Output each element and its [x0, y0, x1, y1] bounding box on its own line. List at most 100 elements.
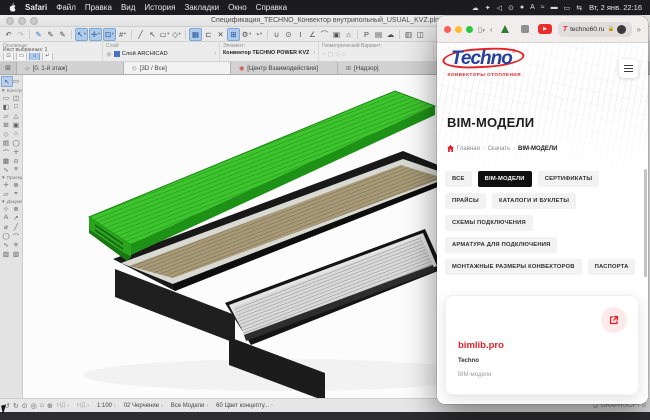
close-button[interactable] — [444, 26, 451, 33]
tool-icon[interactable]: ✛ — [1, 180, 11, 189]
tool-icon[interactable]: ⌀ — [1, 222, 11, 231]
external-link-button[interactable] — [601, 307, 627, 333]
autosave-icon[interactable]: ◔▾ — [253, 29, 264, 40]
marquee-icon[interactable]: ▭▾ — [159, 29, 170, 40]
filter-chip[interactable]: ПРАЙСЫ — [445, 193, 486, 209]
menu-item[interactable]: Закладки — [184, 3, 219, 12]
minimize-button[interactable] — [455, 26, 462, 33]
menu-item[interactable]: История — [144, 3, 175, 12]
breadcrumb-download[interactable]: Скачать — [488, 146, 511, 152]
tool-icon[interactable]: A — [1, 213, 11, 222]
tool-icon[interactable]: ⌒ — [1, 147, 11, 156]
back-icon[interactable]: ‹ — [490, 25, 493, 34]
tool-icon[interactable]: ◇ — [1, 129, 11, 138]
tool-icon[interactable]: ≡ — [11, 165, 21, 174]
home-view-icon[interactable]: ⌂ — [343, 29, 354, 40]
tool-icon[interactable]: △ — [11, 111, 21, 120]
tool-icon[interactable]: ⌂ — [11, 129, 21, 138]
statusbar-dropdown[interactable]: 1:100› — [97, 403, 116, 409]
breadcrumb-home[interactable]: Главная — [457, 146, 480, 152]
gravity-icon[interactable]: I — [295, 29, 306, 40]
display-icon[interactable]: ✦ — [485, 4, 491, 12]
card-title-link[interactable]: bimlib.pro — [458, 340, 504, 351]
home-icon[interactable] — [447, 145, 454, 152]
statusbar-dropdown[interactable]: НД› — [57, 403, 69, 409]
view-tab[interactable]: ◇[3D / Все] — [124, 62, 231, 74]
statusbar-dropdown[interactable]: НД› — [77, 403, 89, 409]
tool-icon[interactable]: ✛ — [11, 147, 21, 156]
tool-icon[interactable]: ⊙ — [11, 156, 21, 165]
menu-hamburger-icon[interactable] — [619, 59, 638, 78]
view-nav-icon[interactable]: ⊕ — [47, 402, 53, 410]
site-logo[interactable]: Techno® КОНВЕКТОРЫ ОТОПЛЕНИЯ — [445, 49, 524, 77]
undo-icon[interactable]: ↶ — [3, 29, 14, 40]
extension-badge-icon[interactable] — [617, 25, 626, 34]
statusbar-dropdown[interactable]: 60 Цвет концепту...› — [216, 403, 273, 409]
redo-icon[interactable]: ↷ — [15, 29, 26, 40]
menu-item[interactable]: Файл — [56, 3, 76, 12]
close-view-icon[interactable]: ✕ — [215, 29, 226, 40]
angle-icon[interactable]: ∠ — [307, 29, 318, 40]
more-tabs-icon[interactable]: » — [637, 25, 641, 34]
filter-chip[interactable]: СЕРТИФИКАТЫ — [538, 171, 600, 187]
filter-chip[interactable]: ВСЕ — [445, 171, 472, 187]
default-settings-icon[interactable]: ⊡ — [3, 53, 14, 60]
menu-item[interactable]: Справка — [256, 3, 287, 12]
tool-icon[interactable]: ◯ — [1, 231, 11, 240]
marquee-mode-icon[interactable]: ✛▾ — [89, 28, 102, 41]
view-tab[interactable]: ◉[Центр Взаимодействия] — [231, 62, 338, 74]
view-nav-icon[interactable]: ⊙ — [22, 402, 28, 410]
view-tab[interactable]: ▱[0. 1-й этаж] — [17, 62, 124, 74]
guide-line-icon[interactable]: ╱ — [135, 29, 146, 40]
filter-chip[interactable]: ПАСПОРТА — [588, 259, 636, 275]
tool-icon[interactable]: ▧ — [11, 249, 21, 258]
camera-icon[interactable]: ⊙ — [508, 4, 514, 12]
menubar-clock[interactable]: Вт, 2 янв. 22:16 — [589, 3, 642, 12]
tool-icon[interactable]: ⊹ — [1, 204, 11, 213]
fast-user-switch-icon[interactable]: ⇆ — [576, 4, 582, 12]
confirm-icon[interactable]: ↵ — [42, 53, 53, 60]
battery-widget-icon[interactable]: ▬ — [551, 4, 558, 11]
tool-icon[interactable]: ✳ — [11, 240, 21, 249]
infobar-layer[interactable]: Слой: ◉ Слой ARCHICAD › — [103, 42, 220, 61]
layout-book-icon[interactable]: ▣ — [331, 29, 342, 40]
zoom-icon[interactable]: ⊙ — [283, 29, 294, 40]
cursor-tool-icon[interactable]: ↖ — [147, 29, 158, 40]
infobar-element[interactable]: Элемент: Конвектор TECHNO POWER KVZ › — [220, 42, 319, 61]
apple-menu-icon[interactable] — [8, 3, 16, 12]
tool-icon[interactable]: □ — [11, 102, 21, 111]
arrow-select-icon[interactable]: ↖▾ — [75, 28, 88, 41]
lock-icon[interactable]: ◇▾ — [171, 29, 182, 40]
favorites-icon[interactable]: ▭ — [16, 53, 27, 60]
menu-item[interactable]: Правка — [85, 3, 112, 12]
element-value[interactable]: Конвектор TECHNO POWER KVZ — [223, 50, 309, 56]
scrollbar[interactable] — [644, 169, 647, 277]
tool-icon[interactable]: ⊞ — [1, 120, 11, 129]
screen-record-icon[interactable]: ● — [520, 4, 524, 11]
tool-icon[interactable]: ∿ — [1, 240, 11, 249]
pick-up-parameters-icon[interactable]: ✎ — [33, 29, 44, 40]
view-nav-icon[interactable]: ◎ — [31, 402, 37, 410]
inject-parameters-icon[interactable]: ✎ — [45, 29, 56, 40]
view-nav-icon[interactable]: ↻ — [13, 402, 19, 410]
address-bar[interactable]: T techno60.ru 🔒 — [558, 22, 632, 37]
tool-icon[interactable]: ▭ — [11, 76, 21, 85]
layer-value[interactable]: Слой ARCHICAD — [122, 51, 168, 57]
tool-icon[interactable]: ▨ — [1, 249, 11, 258]
tool-icon[interactable]: ▭ — [1, 93, 11, 102]
zoom-button[interactable] — [466, 26, 473, 33]
tool-icon[interactable]: ↗ — [11, 213, 21, 222]
panel-right-icon[interactable]: ◫ — [415, 29, 426, 40]
bimlib-card[interactable]: bimlib.pro Techno BIM-модели — [445, 295, 639, 395]
tool-icon[interactable]: ⊕ — [11, 180, 21, 189]
active-app-menu[interactable]: Safari — [25, 3, 47, 12]
tool-icon[interactable]: ▱ — [1, 111, 11, 120]
menu-item[interactable]: Вид — [121, 3, 135, 12]
battery-icon[interactable]: ▭ — [564, 4, 571, 12]
eye-icon[interactable]: ◉ — [106, 50, 112, 58]
tool-icon[interactable]: ◫ — [11, 93, 21, 102]
pinned-tab-gray-icon[interactable] — [518, 23, 533, 36]
tool-icon[interactable]: ⌒ — [11, 231, 21, 240]
transfer-settings-icon[interactable]: ⌂ — [29, 53, 40, 60]
tool-icon[interactable]: ◧ — [1, 102, 11, 111]
